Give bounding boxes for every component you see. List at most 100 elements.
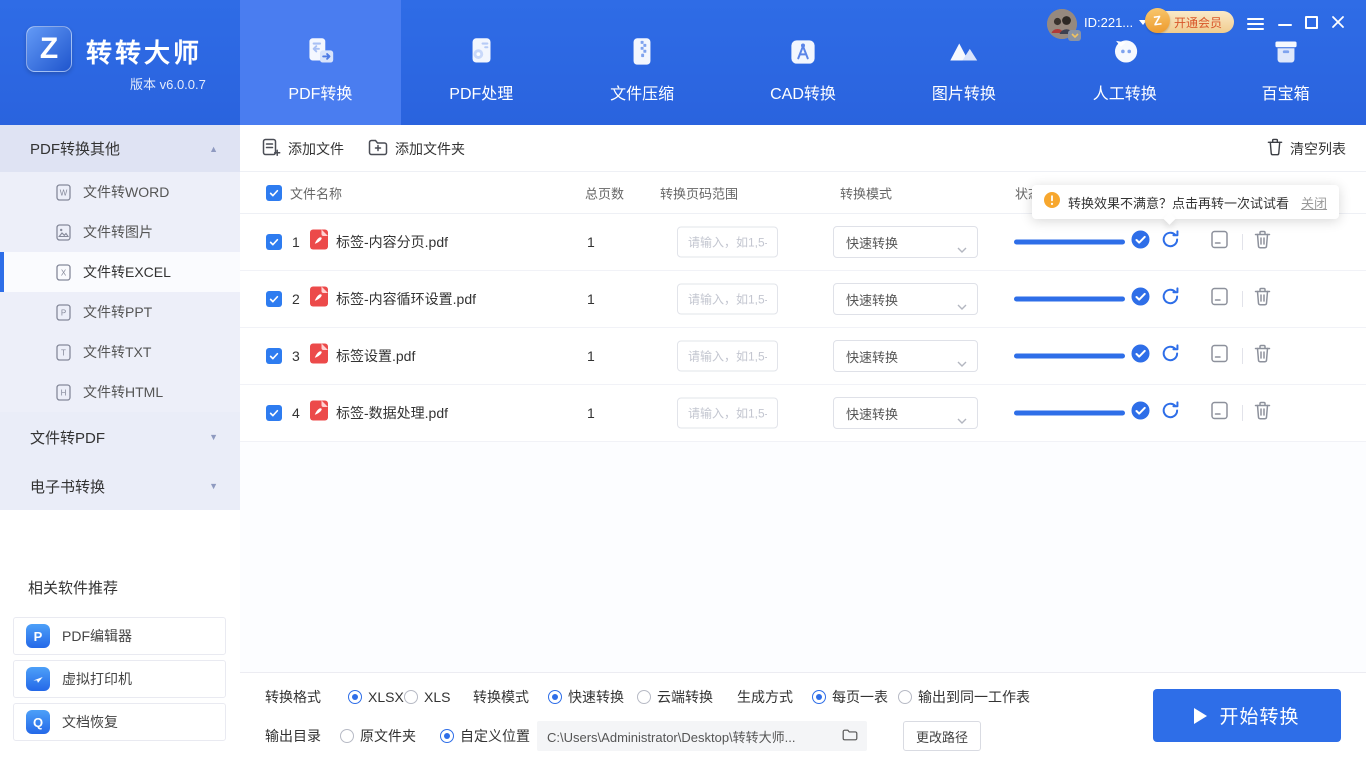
convert-mode-select[interactable]: 快速转换 — [833, 283, 978, 315]
radio-xlsx[interactable]: XLSX — [348, 689, 404, 705]
page-range-input[interactable] — [677, 340, 778, 372]
pdf-editor-icon: P — [26, 624, 50, 648]
file-name: 标签-内容分页.pdf — [336, 234, 449, 250]
row-index: 3 — [292, 348, 300, 364]
file-list: 1 标签-内容分页.pdf 1 快速转换 — [240, 214, 1366, 442]
delete-button[interactable] — [1254, 344, 1271, 368]
delete-button[interactable] — [1254, 401, 1271, 425]
convert-mode-select[interactable]: 快速转换 — [833, 340, 978, 372]
row-checkbox[interactable] — [266, 291, 282, 307]
recommend-doc-recovery[interactable]: Q 文档恢复 — [13, 703, 226, 741]
table-row: 2 标签-内容循环设置.pdf 1 快速转换 — [240, 271, 1366, 328]
mode-field: 快速转换 — [833, 283, 978, 315]
logo-letter: Z — [39, 32, 59, 65]
convert-mode-select[interactable]: 快速转换 — [833, 226, 978, 258]
page-range-input[interactable] — [677, 397, 778, 429]
app-window: Z 转转大师 版本 v6.0.0.7 PDF转换 PDF处理 文件压缩 CAD转… — [0, 0, 1366, 768]
sidebar-item-txt[interactable]: T 文件转TXT — [0, 332, 240, 372]
header-bar: Z 转转大师 版本 v6.0.0.7 PDF转换 PDF处理 文件压缩 CAD转… — [0, 0, 1366, 125]
add-file-button[interactable]: 添加文件 — [262, 125, 344, 172]
select-all-checkbox[interactable] — [266, 184, 282, 201]
sidebar-group-ebook-convert[interactable]: 电子书转换 ▼ — [0, 462, 240, 510]
add-folder-button[interactable]: 添加文件夹 — [368, 125, 465, 172]
recommend-title: 相关软件推荐 — [28, 580, 119, 597]
radio-sheet-per-page[interactable]: 每页一表 — [812, 687, 888, 707]
radio-custom-location[interactable]: 自定义位置 — [440, 726, 530, 746]
word-file-icon: W — [56, 183, 71, 201]
radio-cloud-convert[interactable]: 云端转换 — [637, 687, 713, 707]
tooltip-close-link[interactable]: 关闭 — [1301, 193, 1327, 212]
file-name: 标签-内容循环设置.pdf — [336, 291, 477, 307]
recommend-pdf-editor[interactable]: P PDF编辑器 — [13, 617, 226, 655]
trash-icon — [1267, 138, 1283, 159]
tab-cad-convert[interactable]: CAD转换 — [723, 0, 884, 125]
table-row: 4 标签-数据处理.pdf 1 快速转换 — [240, 385, 1366, 442]
tab-image-convert[interactable]: 图片转换 — [883, 0, 1044, 125]
delete-button[interactable] — [1254, 287, 1271, 311]
user-id-dropdown[interactable]: ID:221... — [1084, 15, 1148, 30]
reconvert-button[interactable] — [1160, 343, 1181, 369]
folder-icon[interactable] — [842, 728, 858, 747]
sidebar-item-html[interactable]: H 文件转HTML — [0, 372, 240, 412]
change-path-button[interactable]: 更改路径 — [903, 721, 981, 751]
tab-label: 百宝箱 — [1261, 86, 1310, 103]
row-index: 4 — [292, 405, 300, 421]
sidebar-group-file-to-pdf[interactable]: 文件转PDF ▼ — [0, 412, 240, 462]
recommend-virtual-printer[interactable]: 虚拟打印机 — [13, 660, 226, 698]
sidebar-group-pdf-convert-other[interactable]: PDF转换其他 ▲ — [0, 125, 240, 172]
output-path-field[interactable]: C:\Users\Administrator\Desktop\转转大师... — [537, 721, 867, 751]
reconvert-button[interactable] — [1160, 400, 1181, 426]
row-index: 1 — [292, 234, 300, 250]
reconvert-button[interactable] — [1160, 286, 1181, 312]
reconvert-button[interactable] — [1160, 229, 1181, 255]
open-file-button[interactable] — [1211, 401, 1228, 425]
user-id: ID:221... — [1084, 15, 1134, 30]
row-checkbox[interactable] — [266, 234, 282, 250]
radio-single-worksheet[interactable]: 输出到同一工作表 — [898, 687, 1030, 707]
doc-recovery-icon: Q — [26, 710, 50, 734]
radio-fast-convert[interactable]: 快速转换 — [548, 687, 624, 707]
open-file-button[interactable] — [1211, 287, 1228, 311]
play-icon — [1194, 707, 1208, 724]
vip-upgrade-button[interactable]: Z 开通会员 — [1143, 6, 1235, 35]
open-file-button[interactable] — [1211, 230, 1228, 254]
row-checkbox[interactable] — [266, 405, 282, 421]
radio-xls[interactable]: XLS — [404, 689, 450, 705]
page-range-input[interactable] — [677, 283, 778, 315]
sidebar-item-excel[interactable]: X 文件转EXCEL — [0, 252, 240, 292]
clear-list-button[interactable]: 清空列表 — [1267, 125, 1346, 172]
chevron-down-icon — [957, 354, 967, 372]
delete-button[interactable] — [1254, 230, 1271, 254]
chevron-down-icon — [957, 240, 967, 258]
radio-source-folder[interactable]: 原文件夹 — [340, 726, 416, 746]
sidebar-item-word[interactable]: W 文件转WORD — [0, 172, 240, 212]
sidebar-item-ppt[interactable]: P 文件转PPT — [0, 292, 240, 332]
progress-bar — [1014, 353, 1125, 359]
divider — [1242, 291, 1243, 307]
svg-text:H: H — [61, 388, 67, 397]
page-count: 1 — [587, 405, 595, 421]
range-field — [677, 226, 778, 258]
image-convert-icon — [945, 32, 983, 72]
menu-icon[interactable] — [1247, 15, 1264, 33]
open-file-button[interactable] — [1211, 344, 1228, 368]
minimize-icon[interactable] — [1278, 24, 1292, 26]
app-logo: Z — [26, 26, 72, 72]
tab-file-compress[interactable]: 文件压缩 — [562, 0, 723, 125]
convert-mode-select[interactable]: 快速转换 — [833, 397, 978, 429]
user-avatar[interactable] — [1047, 9, 1081, 41]
status-done-icon — [1131, 401, 1150, 425]
format-label: 转换格式 — [265, 689, 321, 705]
maximize-icon[interactable] — [1305, 16, 1318, 29]
start-convert-button[interactable]: 开始转换 — [1153, 689, 1341, 742]
col-page-range: 转换页码范围 — [660, 186, 739, 201]
tab-pdf-process[interactable]: PDF处理 — [401, 0, 562, 125]
row-checkbox[interactable] — [266, 348, 282, 364]
sidebar-item-image[interactable]: 文件转图片 — [0, 212, 240, 252]
status-done-icon — [1131, 344, 1150, 368]
close-icon[interactable] — [1331, 15, 1345, 34]
tab-pdf-convert[interactable]: PDF转换 — [240, 0, 401, 125]
file-compress-icon — [623, 32, 661, 72]
page-range-input[interactable] — [677, 226, 778, 258]
tooltip-text: 转换效果不满意？点击再转一次试试看 — [1068, 195, 1290, 211]
